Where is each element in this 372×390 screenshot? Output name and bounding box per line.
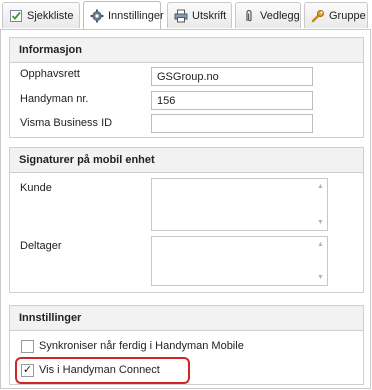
scroll-up-icon[interactable]: ▲ — [317, 183, 324, 190]
signaturer-group: Signaturer på mobil enhet Kunde ▲ ▼ Delt… — [9, 147, 364, 293]
printer-icon — [174, 9, 188, 22]
scroll-up-icon[interactable]: ▲ — [317, 241, 324, 248]
tab-vedlegg[interactable]: Vedlegg — [235, 2, 301, 28]
tab-innstillinger[interactable]: Innstillinger — [83, 1, 164, 29]
wrench-icon — [311, 9, 324, 22]
checklist-icon — [10, 9, 22, 22]
deltager-scrollbar[interactable]: ▲ ▼ — [315, 237, 327, 285]
kunde-signature-box[interactable]: ▲ ▼ — [151, 178, 328, 231]
deltager-signature-box[interactable]: ▲ ▼ — [151, 236, 328, 286]
scroll-down-icon[interactable]: ▼ — [317, 274, 324, 281]
kunde-label: Kunde — [20, 182, 52, 194]
synkroniser-label: Synkroniser når ferdig i Handyman Mobile — [39, 340, 244, 352]
visma-business-id-label: Visma Business ID — [20, 117, 113, 129]
handyman-nr-label: Handyman nr. — [20, 93, 89, 105]
tab-sjekkliste[interactable]: Sjekkliste — [2, 2, 80, 28]
tab-strip: Sjekkliste Innstillinger Utskrift Vedleg… — [0, 0, 372, 30]
tab-label: Gruppe — [329, 9, 366, 22]
synkroniser-checkbox[interactable] — [21, 340, 34, 353]
highlight-annotation — [15, 357, 190, 384]
tab-gruppe[interactable]: Gruppe — [304, 2, 368, 28]
kunde-scrollbar[interactable]: ▲ ▼ — [315, 179, 327, 230]
informasjon-group: Informasjon Opphavsrett GSGroup.no Handy… — [9, 37, 364, 138]
opphavsrett-field[interactable]: GSGroup.no — [151, 67, 313, 86]
opphavsrett-label: Opphavsrett — [20, 68, 80, 80]
tab-label: Sjekkliste — [27, 9, 74, 22]
group-header: Informasjon — [10, 38, 363, 63]
tab-label: Vedlegg — [260, 9, 300, 22]
paperclip-icon — [246, 9, 252, 21]
scroll-down-icon[interactable]: ▼ — [317, 219, 324, 226]
tab-label: Innstillinger — [108, 9, 164, 22]
handyman-nr-field[interactable]: 156 — [151, 91, 313, 110]
tab-label: Utskrift — [192, 9, 227, 22]
gear-icon — [90, 9, 104, 22]
deltager-label: Deltager — [20, 240, 62, 252]
visma-business-id-field[interactable] — [151, 114, 313, 133]
tab-utskrift[interactable]: Utskrift — [167, 2, 232, 28]
group-header: Innstillinger — [10, 306, 363, 331]
group-header: Signaturer på mobil enhet — [10, 148, 363, 173]
